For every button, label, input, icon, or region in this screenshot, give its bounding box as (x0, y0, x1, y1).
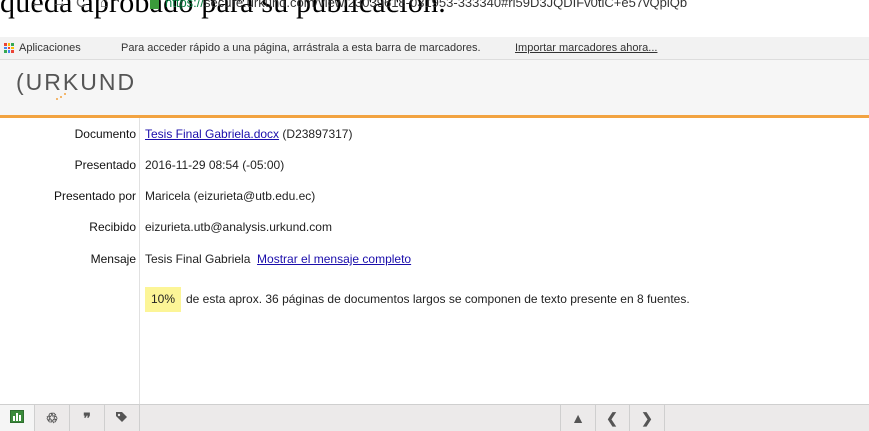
document-link[interactable]: Tesis Final Gabriela.docx (145, 127, 279, 141)
back-arrow-icon[interactable]: ← (30, 0, 45, 11)
presentado-por-value: Maricela (eizurieta@utb.edu.ec) (145, 189, 316, 203)
import-bookmarks-link[interactable]: Importar marcadores ahora... (515, 37, 657, 59)
top-cropped-strip: queda aprobado para su publicación. ← → … (0, 0, 869, 22)
chart-button[interactable] (0, 405, 35, 431)
chevron-left-icon: ❮ (606, 409, 618, 426)
show-full-message-link[interactable]: Mostrar el mensaje completo (257, 252, 411, 266)
apps-grid-icon[interactable] (4, 43, 14, 53)
presentado-value: 2016-11-29 08:54 (-05:00) (145, 158, 285, 172)
forward-arrow-icon[interactable]: → (52, 0, 67, 11)
url-scheme: https:// (165, 0, 205, 10)
apps-bookmark[interactable]: Aplicaciones (19, 37, 81, 59)
mensaje-label: Mensaje (90, 252, 136, 266)
quote-button[interactable]: ❞ (70, 405, 105, 431)
row-recibido: Recibido eizurieta.utb@analysis.urkund.c… (0, 217, 869, 237)
row-mensaje: Mensaje Tesis Final Gabriela Mostrar el … (0, 249, 869, 269)
row-documento: Documento Tesis Final Gabriela.docx (D23… (0, 124, 869, 144)
lock-icon (150, 0, 159, 9)
bookmarks-hint: Para acceder rápido a una página, arrást… (121, 42, 481, 54)
row-presentado: Presentado 2016-11-29 08:54 (-05:00) (0, 155, 869, 175)
documento-label: Documento (74, 127, 136, 141)
reload-icon[interactable]: C (76, 0, 87, 11)
tag-icon (115, 410, 129, 426)
urkund-logo: (URKUND (16, 69, 137, 100)
browser-nav-icons: ← → C ⌂ (30, 0, 130, 11)
similarity-percentage-badge: 10% (145, 287, 181, 312)
next-button[interactable]: ❯ (630, 405, 665, 431)
chart-icon (10, 410, 24, 426)
similarity-summary: de esta aprox. 36 páginas de documentos … (186, 292, 690, 306)
documento-value: Tesis Final Gabriela.docx (D23897317) (145, 124, 352, 144)
logo-dots-icon (56, 93, 66, 101)
presentado-por-label: Presentado por (53, 189, 136, 203)
address-bar[interactable]: https://secure.urkund.com/view/23039618-… (150, 0, 687, 10)
arrow-up-button[interactable]: ▲ (560, 405, 596, 431)
row-presentado-por: Presentado por Maricela (eizurieta@utb.e… (0, 186, 869, 206)
quote-icon: ❞ (83, 409, 91, 426)
bottom-toolbar: ♲ ❞ ▲ ❮ ❯ (0, 404, 869, 431)
mensaje-text: Tesis Final Gabriela (145, 252, 251, 266)
arrow-up-icon: ▲ (571, 410, 585, 426)
mensaje-value: Tesis Final Gabriela Mostrar el mensaje … (145, 249, 411, 269)
chevron-right-icon: ❯ (641, 409, 653, 426)
recibido-value: eizurieta.utb@analysis.urkund.com (145, 220, 332, 234)
recycle-button[interactable]: ♲ (35, 405, 70, 431)
presentado-label: Presentado (74, 158, 136, 172)
bookmarks-bar: Aplicaciones Para acceder rápido a una p… (0, 37, 869, 60)
logo-text: URKUND (25, 69, 137, 95)
recibido-label: Recibido (89, 220, 136, 234)
document-id: (D23897317) (282, 127, 353, 141)
home-icon[interactable]: ⌂ (100, 0, 109, 11)
tag-button[interactable] (105, 405, 140, 431)
recycle-icon: ♲ (45, 409, 59, 426)
url-text: secure.urkund.com/view/23039618-031953-3… (204, 0, 688, 10)
previous-button[interactable]: ❮ (595, 405, 630, 431)
app-header: (URKUND (0, 60, 869, 118)
